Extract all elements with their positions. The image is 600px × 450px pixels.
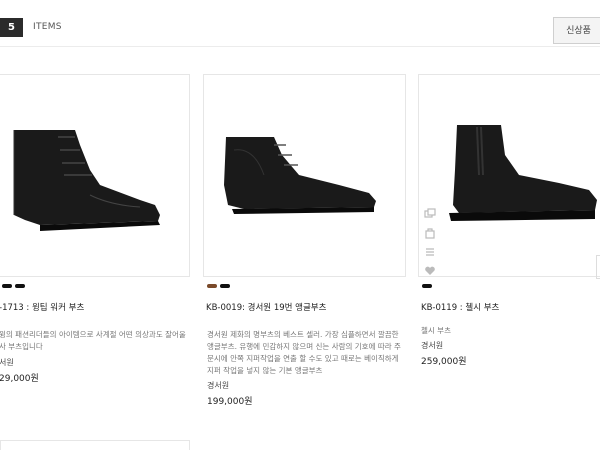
color-swatches (207, 284, 233, 290)
color-swatch[interactable] (220, 284, 230, 288)
ankle-boot-image (224, 137, 376, 214)
product-price: 259,000원 (421, 357, 467, 367)
product-image[interactable] (203, 74, 406, 277)
sort-new-button[interactable]: 신상품 (553, 17, 600, 44)
cart-icon[interactable] (424, 224, 436, 239)
product-desc-line: 윙의 패션리더들의 아이템으로 사계절 어떤 의상과도 잘어울 (0, 330, 186, 339)
product-action-icons (424, 205, 436, 281)
product-brand: 경서원 (421, 341, 444, 350)
list-toolbar: 5 ITEMS 신상품 (0, 0, 600, 47)
product-brand: 경서원 (207, 381, 230, 390)
product-image[interactable] (418, 74, 600, 277)
color-swatches (2, 284, 28, 290)
product-card[interactable]: KB-0019: 경서원 19번 앵글부츠 경서원 제화의 명부츠의 베스트 셀… (203, 74, 406, 407)
color-swatches (422, 284, 435, 290)
product-desc-line: 첼시 부츠 (421, 326, 451, 335)
color-swatch[interactable] (2, 284, 12, 288)
product-desc-line: 경서원 제화의 명부츠의 베스트 셀러. 가장 심플하면서 깔끔한 (207, 330, 399, 339)
product-card[interactable] (0, 440, 190, 450)
color-swatch[interactable] (15, 284, 25, 288)
product-name[interactable]: KB-0119 : 첼시 부츠 (421, 301, 499, 313)
compare-icon[interactable] (424, 205, 436, 218)
product-image[interactable] (0, 74, 190, 277)
product-desc-line: 지퍼 작업을 넣지 않는 기본 앵글부츠 (207, 366, 323, 375)
product-desc-line: 사 부츠입니다 (0, 342, 43, 351)
color-swatch[interactable] (207, 284, 217, 288)
heart-icon[interactable] (424, 262, 436, 275)
product-brand: 서원 (0, 358, 14, 367)
list-icon[interactable] (424, 243, 436, 256)
item-count-badge: 5 (0, 18, 23, 37)
wingtip-boot-image (13, 130, 160, 231)
items-label: ITEMS (33, 22, 62, 32)
product-card[interactable]: -1713 : 윙팁 워커 부츠 윙의 패션리더들의 아이템으로 사계절 어떤 … (0, 74, 190, 384)
scroll-edge (596, 255, 600, 279)
chelsea-boot-image (449, 125, 597, 221)
product-price: 29,000원 (0, 374, 39, 384)
product-name[interactable]: -1713 : 윙팁 워커 부츠 (0, 301, 84, 313)
color-swatch[interactable] (422, 284, 432, 288)
product-card[interactable]: KB-0119 : 첼시 부츠 첼시 부츠 경서원 259,000원 (418, 74, 600, 367)
product-price: 199,000원 (207, 397, 253, 407)
product-desc-line: 앵글부츠. 유행에 민감하지 않으며 신는 사람의 기호에 따라 주 (207, 342, 401, 351)
product-name[interactable]: KB-0019: 경서원 19번 앵글부츠 (206, 301, 326, 313)
product-desc-line: 문시에 안쪽 지퍼작업을 연출 할 수도 있고 때로는 베이직하게 (207, 354, 399, 363)
